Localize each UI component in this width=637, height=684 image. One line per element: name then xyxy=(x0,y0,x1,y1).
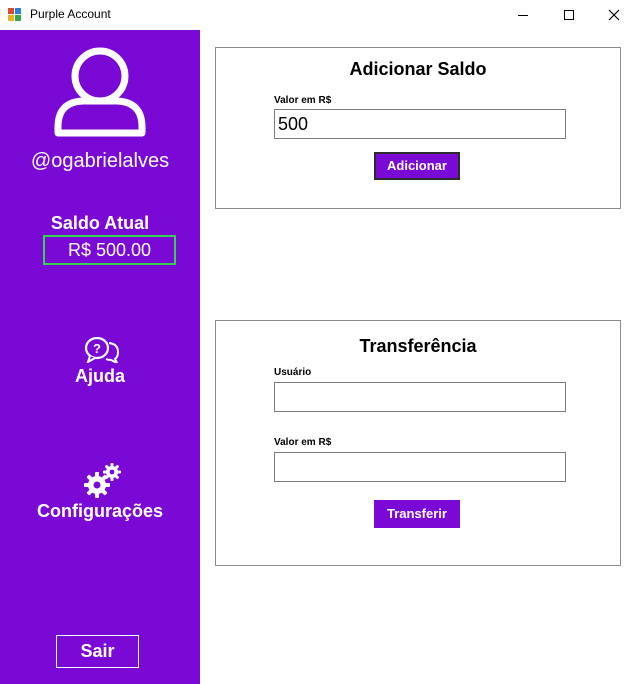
minimize-button[interactable] xyxy=(500,0,546,30)
transfer-title: Transferência xyxy=(359,336,477,356)
add-balance-title: Adicionar Saldo xyxy=(349,59,487,79)
username-label: @ogabrielalves xyxy=(30,150,170,172)
app-icon xyxy=(8,8,22,22)
app-window: Purple Account @ogabrielalves Saldo Atua… xyxy=(0,0,637,684)
transfer-user-input[interactable] xyxy=(274,382,566,412)
add-balance-button[interactable]: Adicionar xyxy=(374,152,460,180)
transfer-button[interactable]: Transferir xyxy=(374,500,460,528)
window-title: Purple Account xyxy=(30,7,111,21)
title-bar: Purple Account xyxy=(0,0,637,30)
settings-link[interactable]: Configurações xyxy=(0,501,200,522)
close-icon xyxy=(608,9,620,21)
balance-value: R$ 500.00 xyxy=(43,235,176,265)
balance-label: Saldo Atual xyxy=(50,213,150,233)
transfer-amount-label: Valor em R$ xyxy=(274,437,332,448)
close-button[interactable] xyxy=(591,0,637,30)
logout-button[interactable]: Sair xyxy=(56,635,139,668)
add-amount-label: Valor em R$ xyxy=(274,95,332,106)
maximize-button[interactable] xyxy=(546,0,592,30)
add-balance-panel: Adicionar Saldo Valor em R$ Adicionar xyxy=(215,47,621,209)
transfer-panel: Transferência Usuário Valor em R$ Transf… xyxy=(215,320,621,566)
svg-text:?: ? xyxy=(93,341,101,356)
user-avatar-icon xyxy=(54,47,146,137)
transfer-amount-input[interactable] xyxy=(274,452,566,482)
add-amount-input[interactable] xyxy=(274,109,566,139)
help-link[interactable]: Ajuda xyxy=(0,366,200,387)
transfer-user-label: Usuário xyxy=(274,367,312,378)
minimize-icon xyxy=(517,14,528,16)
sidebar: @ogabrielalves Saldo Atual R$ 500.00 ? A… xyxy=(0,30,200,684)
gears-icon[interactable] xyxy=(83,462,123,498)
help-chat-icon[interactable]: ? xyxy=(84,337,120,363)
maximize-icon xyxy=(563,9,574,20)
